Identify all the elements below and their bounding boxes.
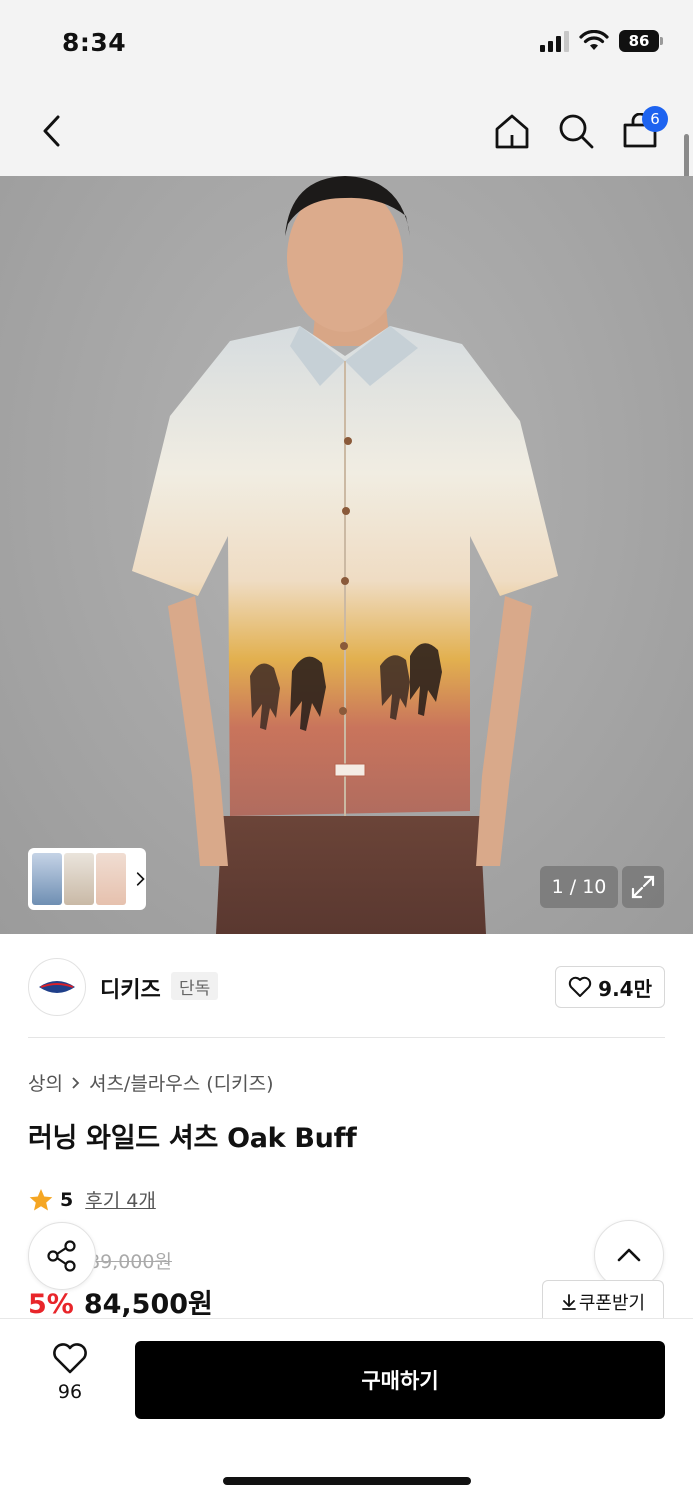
star-icon [29,1188,53,1210]
brand-like-button[interactable]: 9.4만 [555,966,665,1008]
status-time: 8:34 [62,28,127,57]
chevron-left-icon [43,115,60,147]
heart-icon [53,1343,87,1374]
rating-row: 5 후기 4개 [28,1186,156,1213]
chevron-right-icon [136,872,145,886]
thumbnail-image [96,853,126,905]
search-icon [559,114,594,149]
coupon-label: 쿠폰받기 [578,1292,646,1314]
search-button[interactable] [552,106,600,156]
brand-logo-icon [39,981,75,993]
bottom-bar: 96 구매하기 [0,1318,693,1500]
product-title: 러닝 와일드 셔츠 Oak Buff [28,1123,357,1154]
brand-row: 디키즈 단독 9.4만 [0,934,693,1038]
thumbnail-image [32,853,62,905]
review-link[interactable]: 후기 4개 [85,1186,156,1213]
rating-score: 5 [60,1188,74,1211]
divider [28,1037,665,1038]
back-button[interactable] [28,106,74,156]
battery-icon: 86 [619,30,663,52]
home-button[interactable] [488,106,536,156]
coupon-button[interactable]: 쿠폰받기 [542,1280,664,1322]
share-button[interactable] [28,1222,96,1290]
brand-logo[interactable] [28,958,86,1016]
share-icon [47,1240,76,1272]
brand-name[interactable]: 디키즈 [100,972,161,1004]
cart-button[interactable]: 6 [616,106,668,156]
breadcrumb-subcategory[interactable]: 셔츠/블라우스 (디키즈) [89,1069,274,1096]
original-price: 89,000원 [88,1251,172,1273]
chevron-up-icon [617,1248,641,1262]
product-photo [132,176,558,934]
thumbnail-image [64,853,94,905]
discount-rate: 5% [28,1289,74,1320]
home-icon [495,114,529,149]
exclusive-tag: 단독 [171,972,219,1000]
status-icons: 86 [540,30,663,52]
wishlist-button[interactable]: 96 [30,1343,110,1415]
buy-button[interactable]: 구매하기 [135,1341,665,1419]
breadcrumb-category[interactable]: 상의 [28,1069,63,1096]
cellular-signal-icon [540,30,569,52]
heart-icon [568,976,592,997]
download-icon [561,1293,576,1310]
image-counter: 1 / 10 [540,866,618,908]
wishlist-count: 96 [57,1381,83,1403]
wifi-icon [579,30,609,50]
sale-price: 84,500원 [83,1289,213,1320]
nav-bar: 6 [0,88,693,176]
expand-button[interactable] [622,866,664,908]
chevron-right-icon [72,1076,80,1089]
status-bar: 8:34 86 [0,0,693,88]
cart-count-badge: 6 [642,106,668,132]
thumbnail-strip[interactable] [28,848,146,910]
expand-icon [631,875,655,899]
home-indicator [223,1477,471,1485]
brand-like-count: 9.4만 [598,976,652,1001]
product-image[interactable]: 1 / 10 [0,176,693,934]
breadcrumb: 상의 셔츠/블라우스 (디키즈) [28,1069,274,1096]
